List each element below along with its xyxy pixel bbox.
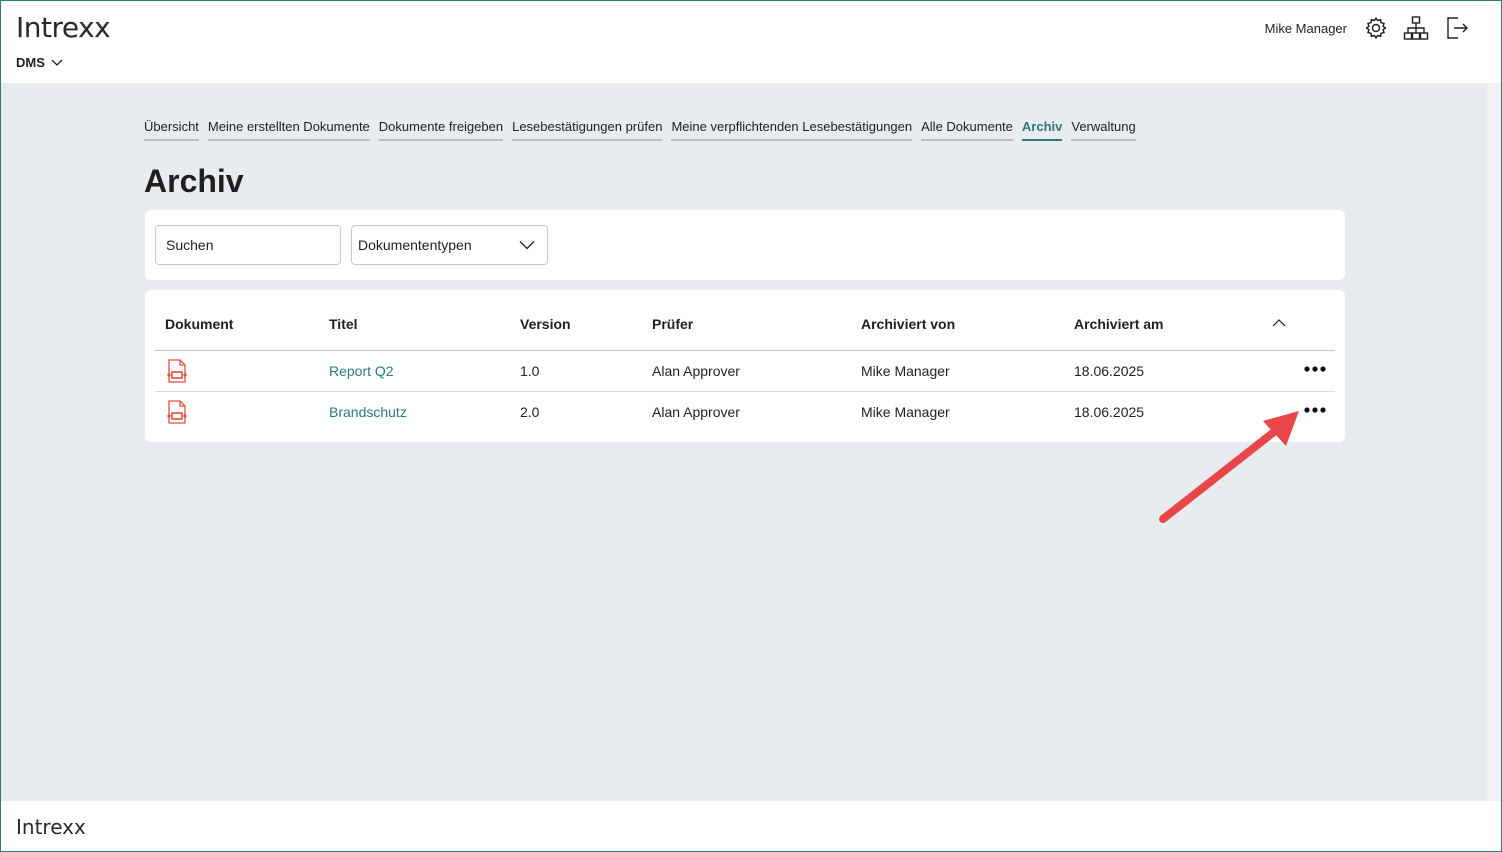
pdf-document-icon[interactable]: [165, 399, 189, 425]
table-header: Dokument Titel Version Prüfer Archiviert…: [155, 290, 1335, 351]
footer-logo: Intrexx: [16, 815, 86, 839]
document-type-label: Dokumententypen: [358, 237, 472, 253]
pruefer-cell: Alan Approver: [652, 363, 740, 379]
tab-alle-dokumente[interactable]: Alle Dokumente: [921, 119, 1013, 141]
column-header-dokument[interactable]: Dokument: [165, 316, 233, 332]
app-menu-label: DMS: [16, 55, 45, 70]
logout-icon[interactable]: [1443, 15, 1469, 41]
pruefer-cell: Alan Approver: [652, 404, 740, 420]
tab-bar: Übersicht Meine erstellten Dokumente Dok…: [144, 119, 1136, 141]
annotation-arrow-icon: [1159, 411, 1299, 523]
tab-uebersicht[interactable]: Übersicht: [144, 119, 199, 141]
chevron-down-icon: [51, 59, 63, 66]
user-name[interactable]: Mike Manager: [1265, 21, 1347, 36]
column-header-archiviert-am[interactable]: Archiviert am: [1074, 316, 1163, 332]
document-type-select[interactable]: Dokumententypen: [351, 225, 548, 265]
tab-verwaltung[interactable]: Verwaltung: [1071, 119, 1136, 141]
document-title-link[interactable]: Brandschutz: [329, 404, 407, 420]
scrollbar[interactable]: [1487, 83, 1501, 801]
pdf-document-icon[interactable]: [165, 358, 189, 384]
app-footer: Intrexx: [1, 801, 1501, 851]
gear-icon[interactable]: [1363, 15, 1389, 41]
sitemap-icon[interactable]: [1403, 15, 1429, 41]
tab-meine-erstellten-dokumente[interactable]: Meine erstellten Dokumente: [207, 119, 370, 141]
search-input[interactable]: [155, 225, 341, 265]
more-horizontal-icon: [1304, 366, 1326, 372]
page-title: Archiv: [144, 163, 244, 199]
app-header: Intrexx DMS Mike Manager: [1, 1, 1501, 83]
tab-dokumente-freigeben[interactable]: Dokumente freigeben: [378, 119, 504, 141]
chevron-down-icon: [519, 241, 535, 250]
version-cell: 1.0: [520, 363, 540, 379]
archived-on-cell: 18.06.2025: [1074, 363, 1145, 379]
tab-archiv[interactable]: Archiv: [1021, 119, 1063, 141]
header-actions: Mike Manager: [1265, 15, 1469, 41]
filter-card: Dokumententypen: [145, 210, 1345, 280]
archived-by-cell: Mike Manager: [861, 363, 950, 379]
intrexx-logo[interactable]: Intrexx: [16, 11, 111, 44]
document-title-link[interactable]: Report Q2: [329, 363, 394, 379]
tab-meine-verpflichtenden-lesebestaetigungen[interactable]: Meine verpflichtenden Lesebestätigungen: [671, 119, 913, 141]
column-header-version[interactable]: Version: [520, 316, 571, 332]
version-cell: 2.0: [520, 404, 540, 420]
more-actions-button[interactable]: [1302, 359, 1328, 379]
app-menu-dms[interactable]: DMS: [16, 55, 63, 70]
column-header-pruefer[interactable]: Prüfer: [652, 316, 693, 332]
column-header-archiviert-von[interactable]: Archiviert von: [861, 316, 955, 332]
archived-by-cell: Mike Manager: [861, 404, 950, 420]
chevron-up-icon[interactable]: [1272, 318, 1286, 327]
column-header-titel[interactable]: Titel: [329, 316, 358, 332]
table-row[interactable]: Report Q2 1.0 Alan Approver Mike Manager…: [155, 351, 1335, 392]
tab-lesebestaetigungen-pruefen[interactable]: Lesebestätigungen prüfen: [512, 119, 663, 141]
archived-on-cell: 18.06.2025: [1074, 404, 1145, 420]
